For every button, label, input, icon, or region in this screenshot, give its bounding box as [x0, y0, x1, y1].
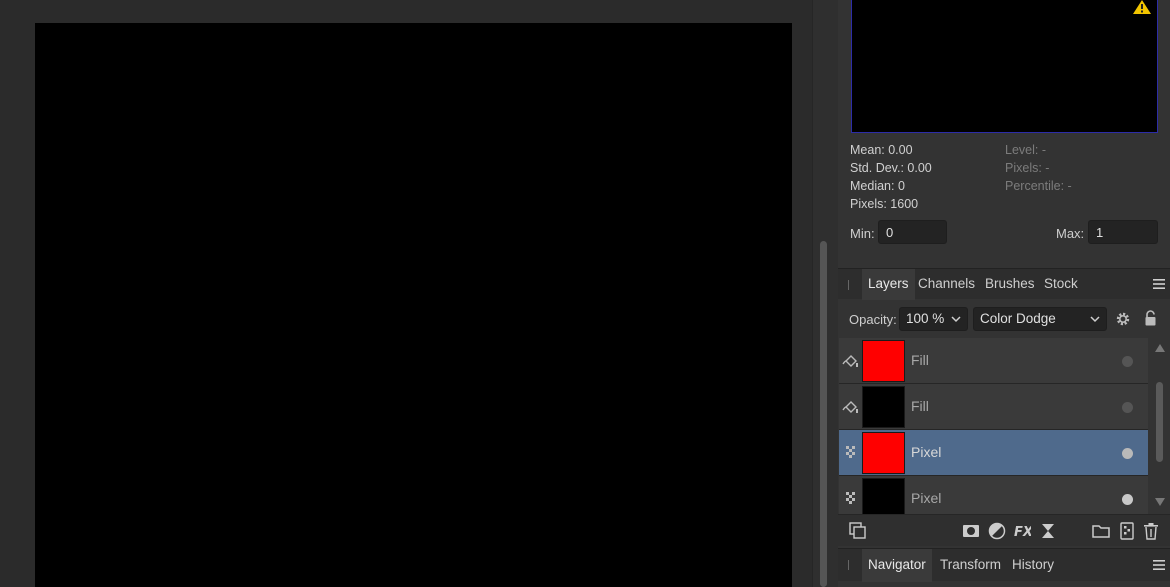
histogram-preview — [851, 0, 1158, 133]
layers-footer-toolbar: FX — [838, 514, 1170, 546]
stat-pixels-right: Pixels: - — [1005, 161, 1050, 175]
trash-icon[interactable] — [1142, 522, 1160, 540]
layer-list: Fill Fill Pixel Pixel — [839, 338, 1148, 514]
chevron-down-icon — [1090, 316, 1100, 323]
layer-thumbnail — [862, 386, 905, 428]
tab-brushes[interactable]: Brushes — [979, 269, 1041, 300]
opacity-select[interactable]: 100 % — [899, 307, 968, 331]
hamburger-menu-icon[interactable] — [1152, 277, 1166, 291]
layer-list-scrollbar-thumb[interactable] — [1156, 382, 1163, 462]
tab-stock[interactable]: Stock — [1038, 269, 1084, 300]
layer-name: Pixel — [911, 490, 942, 506]
folder-icon[interactable] — [1092, 522, 1110, 540]
live-filter-icon[interactable] — [1039, 522, 1057, 540]
right-panel: Mean: 0.00 Std. Dev.: 0.00 Median: 0 Pix… — [838, 0, 1170, 587]
scroll-up-icon[interactable] — [1155, 344, 1165, 352]
min-label: Min: — [850, 226, 875, 241]
navigator-tabbar: Navigator Transform History — [838, 548, 1170, 582]
layer-list-scrollbar[interactable] — [1151, 338, 1170, 514]
tab-history[interactable]: History — [1006, 549, 1060, 582]
layer-name: Fill — [911, 398, 929, 414]
layer-name: Fill — [911, 352, 929, 368]
visibility-toggle[interactable] — [1122, 494, 1133, 505]
blend-mode-value: Color Dodge — [980, 311, 1056, 326]
layer-row[interactable]: Fill — [839, 338, 1148, 384]
scroll-down-icon[interactable] — [1155, 498, 1165, 506]
warning-icon[interactable] — [1133, 0, 1151, 14]
max-field[interactable]: 1 — [1088, 220, 1158, 244]
chevron-down-icon — [951, 316, 961, 323]
workspace — [0, 0, 812, 587]
tab-layers[interactable]: Layers — [862, 269, 915, 300]
add-pixel-layer-icon[interactable] — [1118, 522, 1136, 540]
tab-channels[interactable]: Channels — [912, 269, 981, 300]
visibility-toggle[interactable] — [1122, 448, 1133, 459]
opacity-value: 100 % — [906, 311, 945, 326]
layers-tabbar: Layers Channels Brushes Stock — [838, 268, 1170, 300]
fill-layer-icon — [842, 401, 858, 413]
stat-level: Level: - — [1005, 143, 1046, 157]
adjustment-icon[interactable] — [988, 522, 1006, 540]
min-field[interactable]: 0 — [878, 220, 947, 244]
pixel-layer-icon — [846, 492, 855, 504]
panel-grip[interactable] — [848, 280, 849, 290]
tab-transform[interactable]: Transform — [934, 549, 1007, 582]
stat-median: Median: 0 — [850, 179, 905, 193]
max-label: Max: — [1056, 226, 1085, 241]
workspace-scrollbar[interactable] — [812, 0, 838, 587]
panel-grip[interactable] — [848, 560, 849, 570]
layer-name: Pixel — [911, 444, 942, 460]
layer-row[interactable]: Pixel — [839, 476, 1148, 514]
opacity-label: Opacity: — [849, 312, 897, 327]
svg-text:FX: FX — [1014, 525, 1031, 540]
layer-thumbnail — [862, 432, 905, 474]
stat-percentile: Percentile: - — [1005, 179, 1072, 193]
visibility-toggle[interactable] — [1122, 402, 1133, 413]
document-canvas[interactable] — [35, 23, 792, 587]
fill-layer-icon — [842, 355, 858, 367]
workspace-scrollbar-thumb[interactable] — [820, 241, 827, 587]
lock-icon[interactable] — [1144, 310, 1157, 327]
stat-std-dev: Std. Dev.: 0.00 — [850, 161, 932, 175]
gear-icon[interactable] — [1115, 311, 1131, 327]
stat-mean: Mean: 0.00 — [850, 143, 913, 157]
layers-controls: Opacity: 100 % Color Dodge — [838, 300, 1170, 337]
hamburger-menu-icon[interactable] — [1152, 558, 1166, 572]
layer-row[interactable]: Pixel — [839, 430, 1148, 476]
arrange-layers-icon[interactable] — [849, 522, 867, 540]
mask-icon[interactable] — [962, 522, 980, 540]
layer-thumbnail — [862, 478, 905, 514]
layer-thumbnail — [862, 340, 905, 382]
tab-navigator[interactable]: Navigator — [862, 549, 932, 582]
layer-row[interactable]: Fill — [839, 384, 1148, 430]
stat-pixels: Pixels: 1600 — [850, 197, 919, 211]
fx-icon[interactable]: FX — [1013, 522, 1031, 540]
pixel-layer-icon — [846, 446, 855, 458]
blend-mode-select[interactable]: Color Dodge — [973, 307, 1107, 331]
visibility-toggle[interactable] — [1122, 356, 1133, 367]
